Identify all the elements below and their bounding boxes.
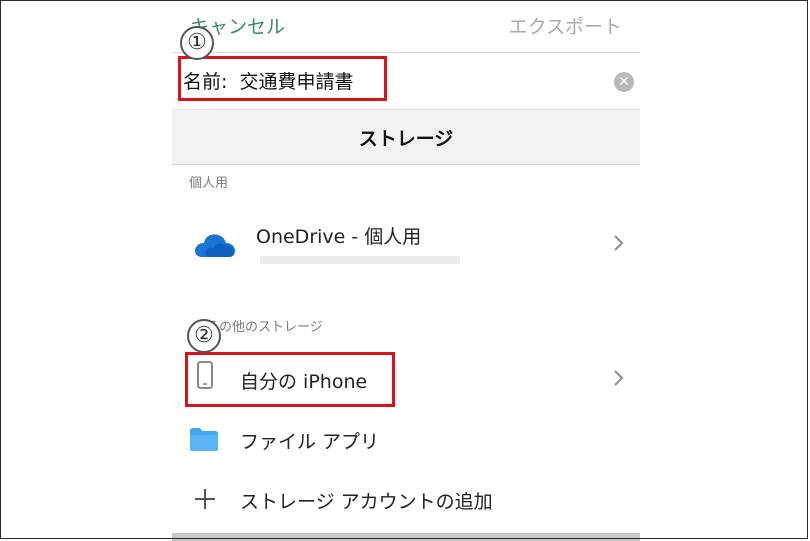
chevron-right-icon xyxy=(614,235,624,251)
storage-header-title: ストレージ xyxy=(358,128,454,150)
plus-icon xyxy=(195,489,215,509)
export-button[interactable]: エクスポート xyxy=(509,12,622,39)
navigation-bar: キャンセル エクスポート xyxy=(172,0,640,53)
onedrive-label: OneDrive - 個人用 xyxy=(256,226,422,248)
storage-row-iphone[interactable]: 自分の iPhone xyxy=(172,350,640,408)
storage-row-onedrive[interactable]: OneDrive - 個人用 xyxy=(172,200,640,280)
annotation-number-1: ① xyxy=(180,26,214,60)
account-email-redacted xyxy=(260,256,460,264)
annotation-number-2: ② xyxy=(187,319,221,353)
chevron-right-icon xyxy=(614,370,624,386)
onedrive-cloud-icon xyxy=(194,234,235,257)
phone-icon xyxy=(197,361,213,389)
add-storage-account-row[interactable]: ストレージ アカウントの追加 xyxy=(172,472,640,528)
iphone-label: 自分の iPhone xyxy=(240,371,368,393)
files-app-label: ファイル アプリ xyxy=(240,431,380,453)
clear-circle-icon[interactable]: ✕ xyxy=(614,72,634,92)
storage-row-files[interactable]: ファイル アプリ xyxy=(172,412,640,468)
group-label-personal: 個人用 xyxy=(189,176,229,191)
folder-icon xyxy=(190,428,218,451)
file-name-input[interactable]: 名前: 交通費申請書 xyxy=(183,67,353,94)
file-name-field[interactable]: 名前: 交通費申請書 ✕ xyxy=(172,53,640,109)
group-label-other: その他のストレージ xyxy=(206,320,323,335)
bottom-divider xyxy=(172,533,640,541)
storage-header: ストレージ xyxy=(172,109,640,165)
export-sheet: キャンセル エクスポート 名前: 交通費申請書 ✕ ストレージ 個人用 OneD… xyxy=(172,0,640,541)
add-storage-label: ストレージ アカウントの追加 xyxy=(240,491,493,513)
